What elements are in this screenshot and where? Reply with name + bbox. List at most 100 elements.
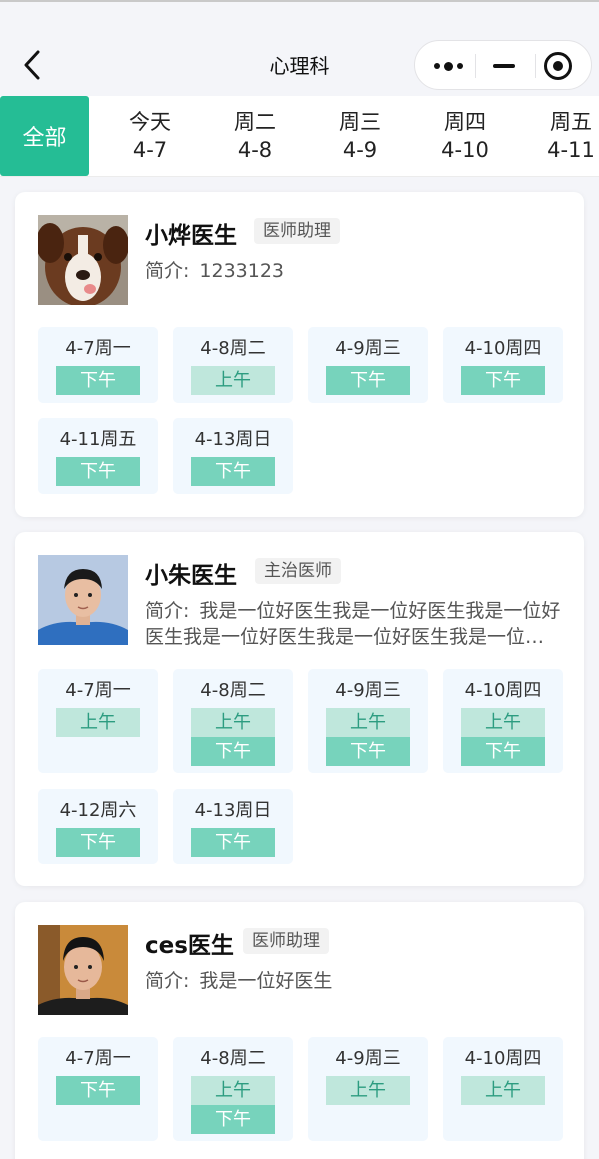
tab-date: 4-10 [441,138,489,162]
tab-all[interactable]: 全部 [0,96,89,176]
slot-date: 4-10周四 [464,338,542,359]
tab-day-3[interactable]: 周四 4-10 [415,108,515,164]
tab-date: 4-7 [132,138,168,162]
doctor-card[interactable]: 小烨医生 医师助理 简介: 1233123 4-7周一 下午 4-8周二 上午 4… [15,192,584,517]
more-dots-icon-center [443,61,453,71]
schedule-slot[interactable]: 4-13周日 下午 [173,418,293,494]
slot-date: 4-13周日 [194,800,272,821]
doctor-title-badge: 医师助理 [254,218,340,244]
slot-date: 4-8周二 [200,1048,266,1069]
target-icon-dot [553,61,563,71]
am-slot-button[interactable]: 上午 [461,708,545,737]
pm-slot-button[interactable]: 下午 [191,737,275,766]
am-slot-button[interactable]: 上午 [191,1076,275,1105]
doctor-title-badge: 主治医师 [255,558,341,584]
schedule-slot[interactable]: 4-13周日 下午 [173,789,293,864]
schedule-slot[interactable]: 4-9周三 下午 [308,327,428,403]
person-photo-icon [38,555,128,645]
slot-date: 4-7周一 [65,338,131,359]
schedule-slot[interactable]: 4-10周四 上午 下午 [443,669,563,773]
mini-program-capsule [414,40,592,90]
intro-label: 简介: [145,600,190,622]
more-dots-icon-right [456,63,463,69]
pm-slot-button[interactable]: 下午 [191,828,275,857]
pm-slot-button[interactable]: 下午 [56,366,140,395]
more-dots-icon [433,63,440,69]
doctor-intro: 简介: 我是一位好医生 [145,968,563,994]
schedule-slot[interactable]: 4-9周三 上午 [308,1037,428,1141]
intro-text: 我是一位好医生 [199,970,333,992]
tab-date: 4-8 [237,138,273,162]
person-photo-icon [38,925,128,1015]
am-slot-button[interactable]: 上午 [326,708,410,737]
avatar [38,925,128,1015]
schedule-slot[interactable]: 4-9周三 上午 下午 [308,669,428,773]
doctor-name: 小烨医生 [145,223,237,249]
minimize-button[interactable] [491,52,521,80]
pm-slot-button[interactable]: 下午 [56,1076,140,1105]
slot-date: 4-8周二 [200,338,266,359]
capsule-divider [535,54,536,78]
slot-date: 4-7周一 [65,680,131,701]
schedule-slot[interactable]: 4-7周一 下午 [38,1037,158,1141]
schedule-slot[interactable]: 4-8周二 上午 下午 [173,1037,293,1141]
am-slot-button[interactable]: 上午 [326,1076,410,1105]
am-slot-button[interactable]: 上午 [191,366,275,395]
schedule-slot[interactable]: 4-7周一 下午 [38,327,158,403]
intro-text: 1233123 [199,260,285,282]
pm-slot-button[interactable]: 下午 [461,366,545,395]
doctor-name: ces医生 [145,933,234,959]
tab-week: 周三 [339,110,381,134]
intro-label: 简介: [145,970,190,992]
date-tabs: 全部 今天 4-7 周二 4-8 周三 4-9 周四 4-10 周五 4-11 [0,96,599,177]
slot-date: 4-13周日 [194,429,272,450]
am-slot-button[interactable]: 上午 [56,708,140,737]
am-slot-button[interactable]: 上午 [461,1076,545,1105]
tab-week: 今天 [129,110,171,134]
slot-date: 4-9周三 [335,680,401,701]
avatar [38,215,128,305]
schedule-slot[interactable]: 4-10周四 下午 [443,327,563,403]
close-miniprogram-button[interactable] [543,52,573,80]
slot-date: 4-12周六 [59,800,137,821]
tab-week: 周二 [234,110,276,134]
slot-date: 4-8周二 [200,680,266,701]
schedule-slot[interactable]: 4-8周二 上午 [173,327,293,403]
pm-slot-button[interactable]: 下午 [326,366,410,395]
schedule-slot[interactable]: 4-8周二 上午 下午 [173,669,293,773]
slot-date: 4-9周三 [335,338,401,359]
pm-slot-button[interactable]: 下午 [56,457,140,486]
schedule-slot[interactable]: 4-11周五 下午 [38,418,158,494]
tab-week: 周四 [444,110,486,134]
pm-slot-button[interactable]: 下午 [461,737,545,766]
tab-week: 周五 [550,110,592,134]
tab-day-0[interactable]: 今天 4-7 [100,108,200,164]
slot-date: 4-7周一 [65,1048,131,1069]
doctor-intro: 简介: 我是一位好医生我是一位好医生我是一位好医生我是一位好医生我是一位好医生我是… [145,598,563,650]
am-slot-button[interactable]: 上午 [191,708,275,737]
tab-day-2[interactable]: 周三 4-9 [310,108,410,164]
intro-text: 我是一位好医生我是一位好医生我是一位好医生我是一位好医生我是一位好医生我是一位好… [145,600,563,648]
doctor-card[interactable]: 小朱医生 主治医师 简介: 我是一位好医生我是一位好医生我是一位好医生我是一位好医… [15,532,584,886]
slot-date: 4-10周四 [464,1048,542,1069]
doctor-card[interactable]: ces医生 医师助理 简介: 我是一位好医生 4-7周一 下午 4-8周二 上午 … [15,902,584,1159]
slot-date: 4-11周五 [59,429,137,450]
pm-slot-button[interactable]: 下午 [191,457,275,486]
tab-day-4[interactable]: 周五 4-11 [521,108,599,164]
nav-bar: 心理科 [0,2,599,96]
schedule-slot[interactable]: 4-7周一 上午 [38,669,158,773]
pm-slot-button[interactable]: 下午 [326,737,410,766]
tab-day-1[interactable]: 周二 4-8 [205,108,305,164]
more-button[interactable] [429,53,467,79]
slot-date: 4-9周三 [335,1048,401,1069]
schedule-slot[interactable]: 4-12周六 下午 [38,789,158,864]
doctor-name: 小朱医生 [145,563,237,589]
schedule-slot[interactable]: 4-10周四 上午 [443,1037,563,1141]
doctor-intro: 简介: 1233123 [145,258,563,284]
minimize-icon [493,64,515,68]
doctor-title-badge: 医师助理 [243,928,329,954]
pm-slot-button[interactable]: 下午 [191,1105,275,1134]
intro-label: 简介: [145,260,190,282]
avatar [38,555,128,645]
pm-slot-button[interactable]: 下午 [56,828,140,857]
